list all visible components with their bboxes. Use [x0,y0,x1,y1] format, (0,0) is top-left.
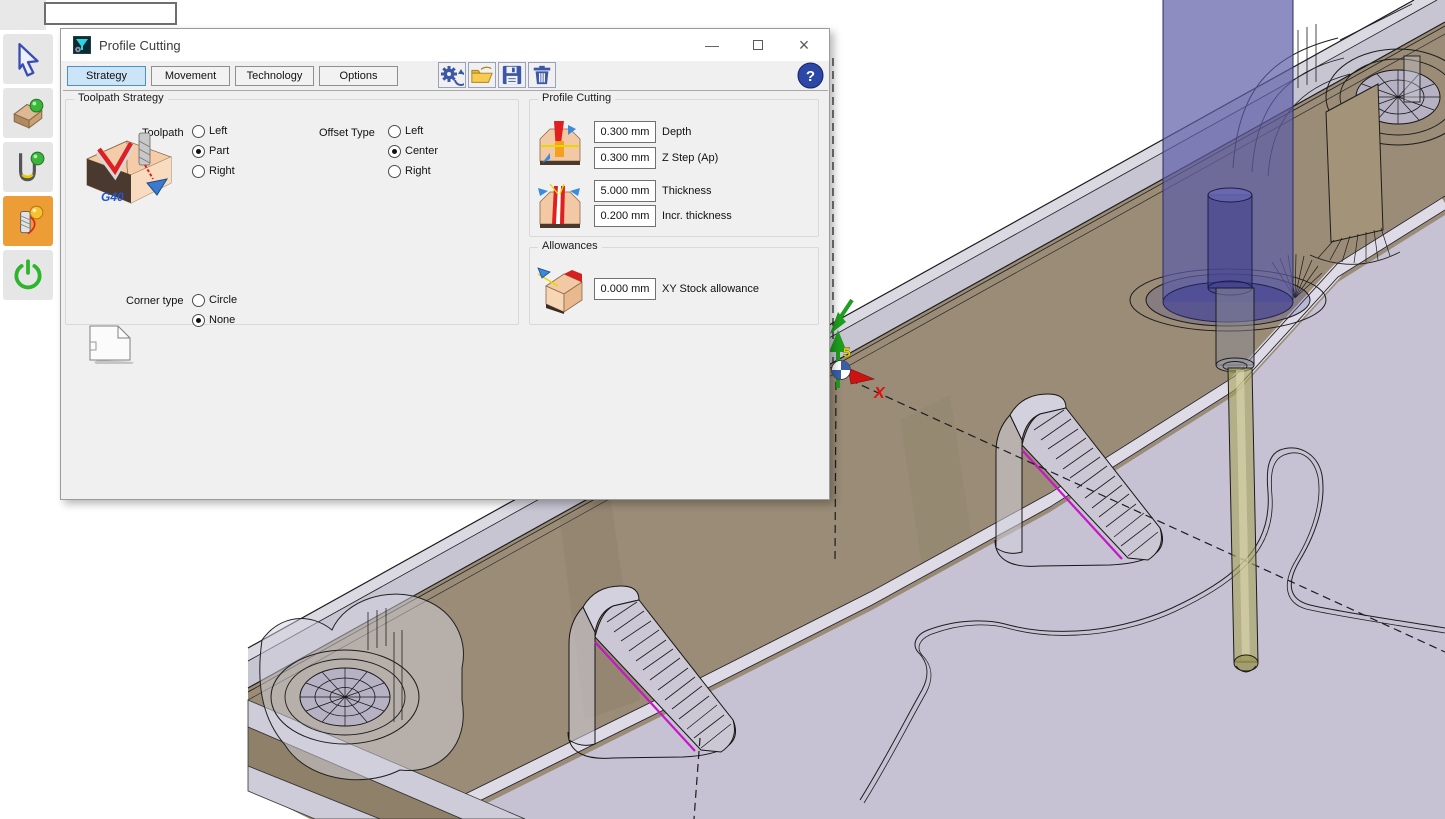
save-disk-icon [501,64,523,86]
radio-circle[interactable] [192,294,205,307]
delete-button[interactable] [528,62,556,88]
tab-technology[interactable]: Technology [235,66,314,86]
sidebar-item-workpiece[interactable] [3,88,53,138]
profile-cutting-group: Profile Cutting Depth Z Step (Ap) Thickn [529,99,819,237]
operation-type-icon [73,36,91,54]
radio-circle[interactable] [388,165,401,178]
recalculate-button[interactable] [438,62,466,88]
operation-icon [10,203,46,239]
application-window: 5 X [0,0,1445,819]
g40-text: G40 [101,190,124,204]
operations-sidebar [0,34,56,304]
toolpath-strategy-group: Toolpath Strategy Toolpath Left Part Rig… [65,99,519,325]
toolbar-separator [63,90,828,91]
dialog-title: Profile Cutting [99,38,181,53]
select-cursor-icon [10,41,46,77]
help-icon: ? [797,62,824,89]
minimize-button[interactable]: — [689,29,735,61]
workpiece-icon [10,95,46,131]
depth-icon [538,119,582,167]
sidebar-item-tool[interactable] [3,142,53,192]
origin-label: 5 [843,344,851,360]
radio-circle[interactable] [388,125,401,138]
save-button[interactable] [498,62,526,88]
depth-field[interactable] [594,121,656,143]
thickness-label: Thickness [662,185,712,197]
sidebar-item-select[interactable] [3,34,53,84]
xy-allowance-field[interactable] [594,278,656,300]
radio-circle-selected[interactable] [388,145,401,158]
open-folder-icon [470,64,494,86]
radio-offset-right[interactable]: Right [388,161,438,181]
dialog-titlebar[interactable]: Profile Cutting — × [61,29,829,61]
help-button[interactable]: ? [796,62,824,89]
g40-toolpath-icon: G40 [79,127,175,215]
gear-refresh-icon [440,64,464,86]
trash-icon [531,64,553,86]
status-dot-orange [30,206,43,219]
close-icon: × [799,35,810,56]
incr-thickness-field[interactable] [594,205,656,227]
radio-corner-circle[interactable]: Circle [192,290,237,310]
depth-label: Depth [662,126,691,138]
x-axis-label: X [873,385,886,402]
radio-circle-selected[interactable] [192,314,205,327]
corner-type-icon [84,322,136,364]
radio-toolpath-right[interactable]: Right [192,161,235,181]
close-button[interactable]: × [781,29,827,61]
open-button[interactable] [468,62,496,88]
profile-cutting-dialog: Profile Cutting — × Strategy Movement Te… [60,28,830,500]
maximize-button[interactable] [735,29,781,61]
power-run-icon [10,257,46,293]
tab-options[interactable]: Options [319,66,398,86]
circular-boss-left [260,594,464,780]
radio-circle[interactable] [192,165,205,178]
radio-offset-left[interactable]: Left [388,121,438,141]
group-label: Profile Cutting [538,92,615,104]
svg-text:?: ? [805,68,814,85]
status-dot-green [30,99,43,112]
radio-circle[interactable] [192,125,205,138]
xy-allowance-icon [536,264,584,314]
thickness-icon [536,180,582,230]
sidebar-item-operation-active[interactable] [3,196,53,246]
incr-thickness-label: Incr. thickness [662,210,732,222]
maximize-icon [753,40,763,50]
zstep-label: Z Step (Ap) [662,152,718,164]
radio-toolpath-part[interactable]: Part [192,141,235,161]
group-label: Toolpath Strategy [74,92,168,104]
tool-icon [10,149,46,185]
offset-type-label: Offset Type [319,127,375,139]
radio-offset-center[interactable]: Center [388,141,438,161]
radio-toolpath-left[interactable]: Left [192,121,235,141]
radio-circle-selected[interactable] [192,145,205,158]
group-label: Allowances [538,240,602,252]
tool-collet [1216,288,1254,372]
corner-type-label: Corner type [126,295,183,307]
radio-corner-none[interactable]: None [192,310,237,330]
xy-allowance-label: XY Stock allowance [662,283,759,295]
tab-strategy[interactable]: Strategy [67,66,146,86]
allowances-group: Allowances XY Stock allowance [529,247,819,325]
zstep-field[interactable] [594,147,656,169]
thickness-field[interactable] [594,180,656,202]
minimize-icon: — [705,37,719,53]
status-dot-green [31,152,44,165]
tab-movement[interactable]: Movement [151,66,230,86]
sidebar-item-run[interactable] [3,250,53,300]
